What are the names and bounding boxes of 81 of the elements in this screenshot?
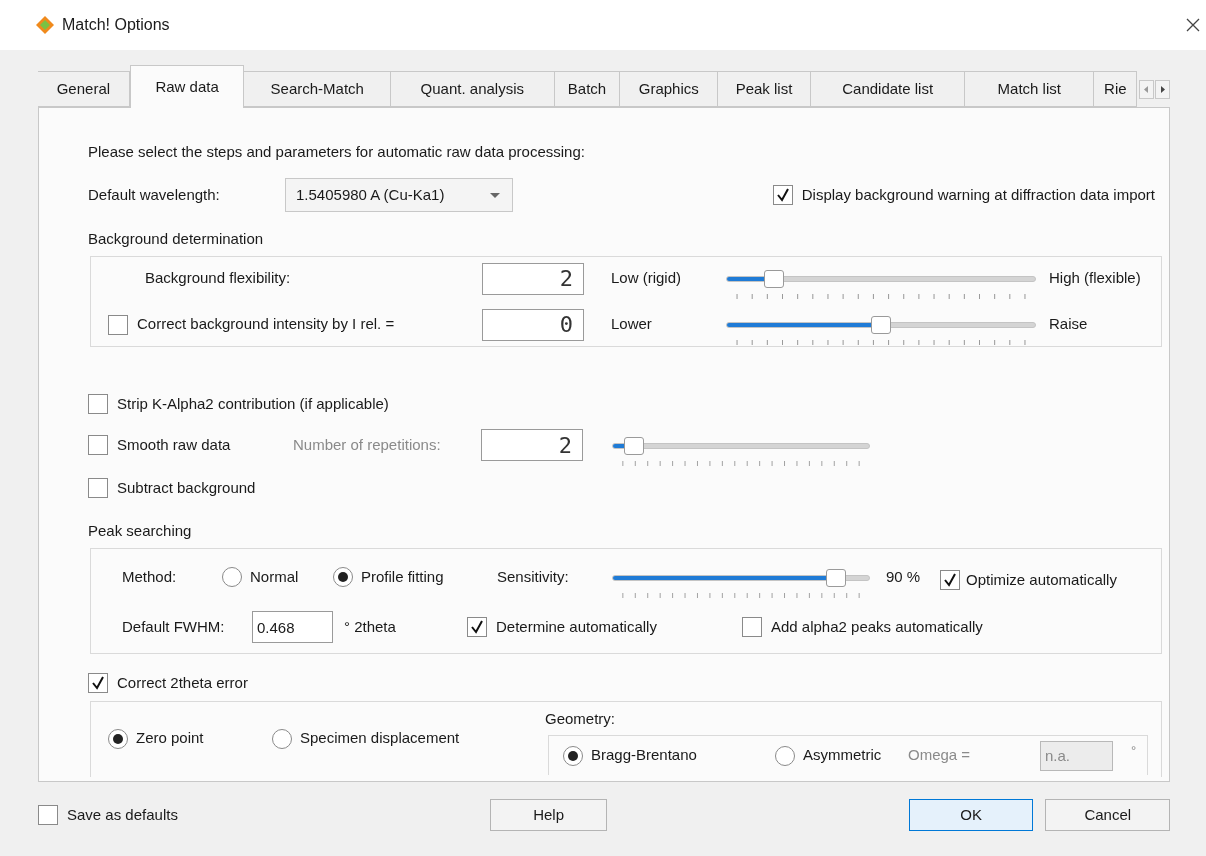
slider-label: Lower xyxy=(611,314,653,335)
scroll-right-icon[interactable] xyxy=(1155,80,1170,99)
tab[interactable]: General xyxy=(38,71,130,107)
slider-value: 90 % xyxy=(886,566,922,587)
radio-label: Profile fitting xyxy=(361,566,444,587)
checkbox[interactable] xyxy=(88,394,108,414)
slider[interactable] xyxy=(726,270,1036,288)
slider-label: Low (rigid) xyxy=(611,268,683,289)
field-label: Omega = xyxy=(908,745,972,766)
tab[interactable]: Batch xyxy=(554,71,621,107)
tab[interactable]: Quant. analysis xyxy=(391,71,555,107)
section-title: Background determination xyxy=(88,228,265,249)
slider-label: Raise xyxy=(1049,314,1088,335)
field-label: Sensitivity: xyxy=(497,566,570,587)
radio-button[interactable] xyxy=(563,745,583,766)
checkbox-label: Display background warning at diffraction data import xyxy=(801,184,1155,205)
checkbox-label: Subtract background xyxy=(117,477,256,498)
checkmark-icon xyxy=(91,676,105,690)
radio-label: Zero point xyxy=(136,728,204,749)
tab[interactable]: Search-Match xyxy=(244,71,392,107)
checkbox[interactable] xyxy=(88,478,108,498)
checkbox[interactable] xyxy=(772,185,793,205)
caret-icon xyxy=(490,192,500,198)
radio-button[interactable] xyxy=(333,567,353,587)
unit-label: ° 2theta xyxy=(344,616,397,637)
tab[interactable]: Rie xyxy=(1094,71,1137,107)
checkbox-label: Save as defaults xyxy=(67,804,178,825)
checkbox-label: Determine automatically xyxy=(496,616,657,637)
checkbox[interactable] xyxy=(108,314,128,335)
slider[interactable] xyxy=(612,568,870,587)
window-title: Match! Options xyxy=(62,15,170,35)
radio-button[interactable] xyxy=(272,728,292,749)
checkmark-icon xyxy=(943,573,957,587)
checkmark-icon xyxy=(470,620,484,634)
checkbox[interactable] xyxy=(88,435,108,455)
slider-label: High (flexible) xyxy=(1049,268,1141,289)
checkbox-label: Smooth raw data xyxy=(117,434,231,455)
tab[interactable]: Peak list xyxy=(718,71,811,107)
fwhm-field[interactable]: 0.468 xyxy=(252,611,333,643)
group-label: Geometry: xyxy=(545,709,617,729)
tab[interactable]: Match list xyxy=(965,71,1095,107)
close-icon[interactable] xyxy=(1184,16,1202,34)
checkbox-label: Optimize automatically xyxy=(966,569,1117,590)
radio-label: Asymmetric xyxy=(803,745,882,766)
radio-label: Bragg-Brentano xyxy=(591,745,697,766)
field-label: Number of repetitions: xyxy=(293,434,442,455)
field-label: Method: xyxy=(122,566,178,587)
checkbox-label: Add alpha2 peaks automatically xyxy=(771,616,983,637)
app-logo-icon xyxy=(35,15,55,35)
checkmark-icon xyxy=(775,188,790,202)
tab[interactable]: Graphics xyxy=(620,71,719,107)
radio-label: Normal xyxy=(250,566,299,587)
radio-button[interactable] xyxy=(222,567,242,587)
checkbox[interactable] xyxy=(88,673,108,693)
radio-button[interactable] xyxy=(108,728,128,749)
checkbox[interactable] xyxy=(940,570,960,590)
number-field[interactable]: 2 xyxy=(482,262,584,295)
radio-button[interactable] xyxy=(775,745,795,766)
field-label: Background flexibility: xyxy=(145,268,291,289)
tab[interactable]: Raw data xyxy=(129,65,245,108)
tab[interactable]: Candidate list xyxy=(810,71,966,107)
field-label: Default wavelength: xyxy=(88,184,221,205)
button[interactable]: OK xyxy=(908,799,1034,831)
slider[interactable] xyxy=(726,316,1036,334)
field-label: Default FWHM: xyxy=(122,616,226,637)
button[interactable]: Cancel xyxy=(1045,799,1170,831)
checkbox[interactable] xyxy=(467,617,487,637)
wavelength-dropdown[interactable]: 1.5405980 A (Cu-Ka1) xyxy=(285,178,513,212)
field-label: Correct background intensity by I rel. = xyxy=(137,314,395,335)
button[interactable]: Help xyxy=(490,799,607,831)
checkbox-label: Strip K-Alpha2 contribution (if applicable) xyxy=(117,393,389,414)
slider[interactable] xyxy=(612,436,870,455)
radio-label: Specimen displacement xyxy=(300,728,460,749)
dropdown-value: 1.5405980 A (Cu-Ka1) xyxy=(296,184,446,205)
section-title: Peak searching xyxy=(88,520,193,541)
checkbox[interactable] xyxy=(38,805,58,825)
instruction-text: Please select the steps and parameters for automatic raw data processing: xyxy=(88,141,586,162)
checkbox-label: Correct 2theta error xyxy=(117,672,248,693)
unit-label: ° xyxy=(1131,741,1137,760)
number-field[interactable]: 0 xyxy=(482,308,584,341)
checkbox[interactable] xyxy=(742,617,762,637)
